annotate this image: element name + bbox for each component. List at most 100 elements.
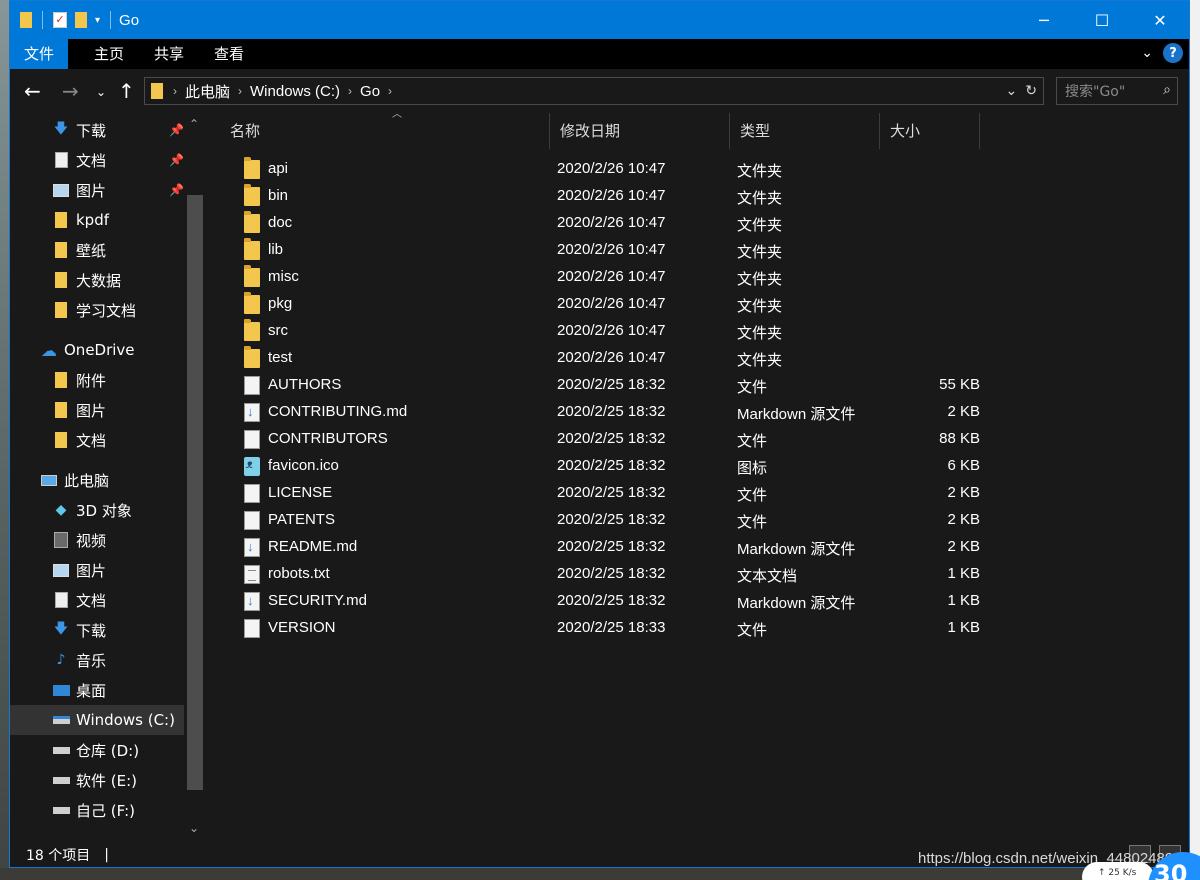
pin-icon[interactable]: 📌	[169, 153, 184, 167]
folder-icon	[244, 346, 260, 368]
folder-icon	[52, 241, 70, 259]
sidebar-item-study-docs[interactable]: 学习文档	[10, 295, 184, 325]
new-folder-icon[interactable]	[75, 12, 87, 28]
search-icon[interactable]: ⌕	[1163, 82, 1171, 98]
navigation-pane-scrollbar[interactable]: ⌃ ⌄	[185, 113, 205, 841]
expand-ribbon-icon[interactable]: ⌄	[1141, 45, 1153, 61]
list-item[interactable]: CONTRIBUTING.md 2020/2/25 18:32 Markdown…	[220, 399, 990, 426]
recent-locations-button[interactable]: ⌄	[96, 85, 106, 99]
list-item[interactable]: doc 2020/2/26 10:47 文件夹	[220, 210, 990, 237]
forward-button[interactable]: →	[62, 79, 79, 103]
breadcrumb-go[interactable]: Go	[360, 83, 380, 100]
ribbon-tabs: 文件 主页 共享 查看 ⌄ ?	[10, 39, 1189, 69]
tab-share[interactable]: 共享	[140, 39, 198, 69]
file-date: 2020/2/26 10:47	[557, 187, 666, 204]
sidebar-item-documents[interactable]: 文档 📌	[10, 145, 184, 175]
sidebar-item-drive-f[interactable]: 自己 (F:)	[10, 795, 184, 825]
breadcrumb-this-pc[interactable]: 此电脑	[185, 81, 230, 102]
sidebar-item-kpdf[interactable]: kpdf	[10, 205, 184, 235]
sidebar-item-pc-pictures[interactable]: 图片	[10, 555, 184, 585]
tab-home[interactable]: 主页	[80, 39, 138, 69]
up-button[interactable]: ↑	[118, 79, 135, 103]
tab-view[interactable]: 查看	[200, 39, 258, 69]
sidebar-item-wallpaper[interactable]: 壁纸	[10, 235, 184, 265]
sidebar-item-label: 图片	[76, 401, 107, 420]
sidebar-item-videos[interactable]: 视频	[10, 525, 184, 555]
list-item[interactable]: favicon.ico 2020/2/25 18:32 图标 6 KB	[220, 453, 990, 480]
list-item[interactable]: README.md 2020/2/25 18:32 Markdown 源文件 2…	[220, 534, 990, 561]
list-item[interactable]: api 2020/2/26 10:47 文件夹	[220, 156, 990, 183]
breadcrumb-windows-c[interactable]: Windows (C:)	[250, 83, 340, 100]
sidebar-item-pc-downloads[interactable]: 🡇 下载	[10, 615, 184, 645]
column-header-size[interactable]: 大小	[880, 113, 980, 149]
refresh-icon[interactable]: ↻	[1025, 82, 1037, 99]
list-item[interactable]: AUTHORS 2020/2/25 18:32 文件 55 KB	[220, 372, 990, 399]
sidebar-item-onedrive[interactable]: ☁ OneDrive	[10, 335, 184, 365]
chevron-right-icon[interactable]: ›	[173, 84, 177, 98]
sidebar-item-downloads[interactable]: 🡇 下载 📌	[10, 115, 184, 145]
file-icon	[244, 484, 260, 503]
list-item[interactable]: pkg 2020/2/26 10:47 文件夹	[220, 291, 990, 318]
search-placeholder: 搜索"Go"	[1065, 84, 1126, 100]
chevron-right-icon[interactable]: ›	[238, 84, 242, 98]
sidebar-item-desktop[interactable]: 桌面	[10, 675, 184, 705]
sidebar-item-this-pc[interactable]: 此电脑	[10, 465, 184, 495]
file-size: 55 KB	[939, 376, 980, 393]
file-name: AUTHORS	[268, 376, 342, 393]
list-item[interactable]: lib 2020/2/26 10:47 文件夹	[220, 237, 990, 264]
list-item[interactable]: VERSION 2020/2/25 18:33 文件 1 KB	[220, 615, 990, 642]
search-input[interactable]: 搜索"Go" ⌕	[1056, 77, 1178, 105]
documents-icon	[52, 151, 70, 169]
chevron-right-icon[interactable]: ›	[348, 84, 352, 98]
list-item[interactable]: SECURITY.md 2020/2/25 18:32 Markdown 源文件…	[220, 588, 990, 615]
list-item[interactable]: test 2020/2/26 10:47 文件夹	[220, 345, 990, 372]
chevron-down-icon[interactable]: ▾	[95, 15, 100, 26]
list-item[interactable]: src 2020/2/26 10:47 文件夹	[220, 318, 990, 345]
scroll-down-icon[interactable]: ⌄	[189, 821, 199, 835]
sidebar-item-3d-objects[interactable]: ◆ 3D 对象	[10, 495, 184, 525]
file-name: VERSION	[268, 619, 336, 636]
column-header-name[interactable]: 名称	[220, 113, 550, 149]
pin-icon[interactable]: 📌	[169, 183, 184, 197]
sidebar-item-drive-e[interactable]: 软件 (E:)	[10, 765, 184, 795]
list-item[interactable]: PATENTS 2020/2/25 18:32 文件 2 KB	[220, 507, 990, 534]
scroll-up-icon[interactable]: ⌃	[189, 117, 199, 131]
sidebar-item-onedrive-attachments[interactable]: 附件	[10, 365, 184, 395]
column-header-type[interactable]: 类型	[730, 113, 880, 149]
sidebar-item-label: kpdf	[76, 211, 110, 229]
minimize-button[interactable]: ─	[1015, 1, 1073, 39]
list-item[interactable]: LICENSE 2020/2/25 18:32 文件 2 KB	[220, 480, 990, 507]
list-item[interactable]: misc 2020/2/26 10:47 文件夹	[220, 264, 990, 291]
maximize-button[interactable]: ☐	[1073, 1, 1131, 39]
sidebar-item-pictures[interactable]: 图片 📌	[10, 175, 184, 205]
file-date: 2020/2/25 18:32	[557, 430, 666, 447]
title-bar[interactable]: ✓ ▾ Go ─ ☐ ✕	[10, 1, 1189, 39]
back-button[interactable]: ←	[24, 79, 41, 103]
address-bar[interactable]: › 此电脑 › Windows (C:) › Go › ⌄ ↻	[144, 77, 1044, 105]
sidebar-item-bigdata[interactable]: 大数据	[10, 265, 184, 295]
folder-icon	[244, 265, 260, 287]
drive-icon	[52, 741, 70, 759]
column-header-date[interactable]: 修改日期	[550, 113, 730, 149]
properties-icon[interactable]: ✓	[53, 12, 67, 28]
sidebar-item-label: 图片	[76, 181, 107, 200]
address-dropdown-icon[interactable]: ⌄	[1006, 82, 1018, 99]
chevron-right-icon[interactable]: ›	[388, 84, 392, 98]
list-item[interactable]: robots.txt 2020/2/25 18:32 文本文档 1 KB	[220, 561, 990, 588]
list-item[interactable]: CONTRIBUTORS 2020/2/25 18:32 文件 88 KB	[220, 426, 990, 453]
sidebar-item-label: 3D 对象	[76, 501, 132, 520]
help-button[interactable]: ?	[1163, 43, 1183, 63]
sidebar-item-onedrive-pictures[interactable]: 图片	[10, 395, 184, 425]
sidebar-item-drive-d[interactable]: 仓库 (D:)	[10, 735, 184, 765]
tab-file[interactable]: 文件	[10, 39, 69, 69]
file-name: LICENSE	[268, 484, 333, 501]
scrollbar-thumb[interactable]	[187, 195, 203, 790]
close-button[interactable]: ✕	[1131, 1, 1189, 39]
sidebar-item-pc-documents[interactable]: 文档	[10, 585, 184, 615]
sidebar-item-windows-c[interactable]: Windows (C:)	[10, 705, 184, 735]
list-item[interactable]: bin 2020/2/26 10:47 文件夹	[220, 183, 990, 210]
cloud-icon: ☁	[41, 340, 57, 360]
sidebar-item-onedrive-documents[interactable]: 文档	[10, 425, 184, 455]
sidebar-item-music[interactable]: ♪ 音乐	[10, 645, 184, 675]
pin-icon[interactable]: 📌	[169, 123, 184, 137]
